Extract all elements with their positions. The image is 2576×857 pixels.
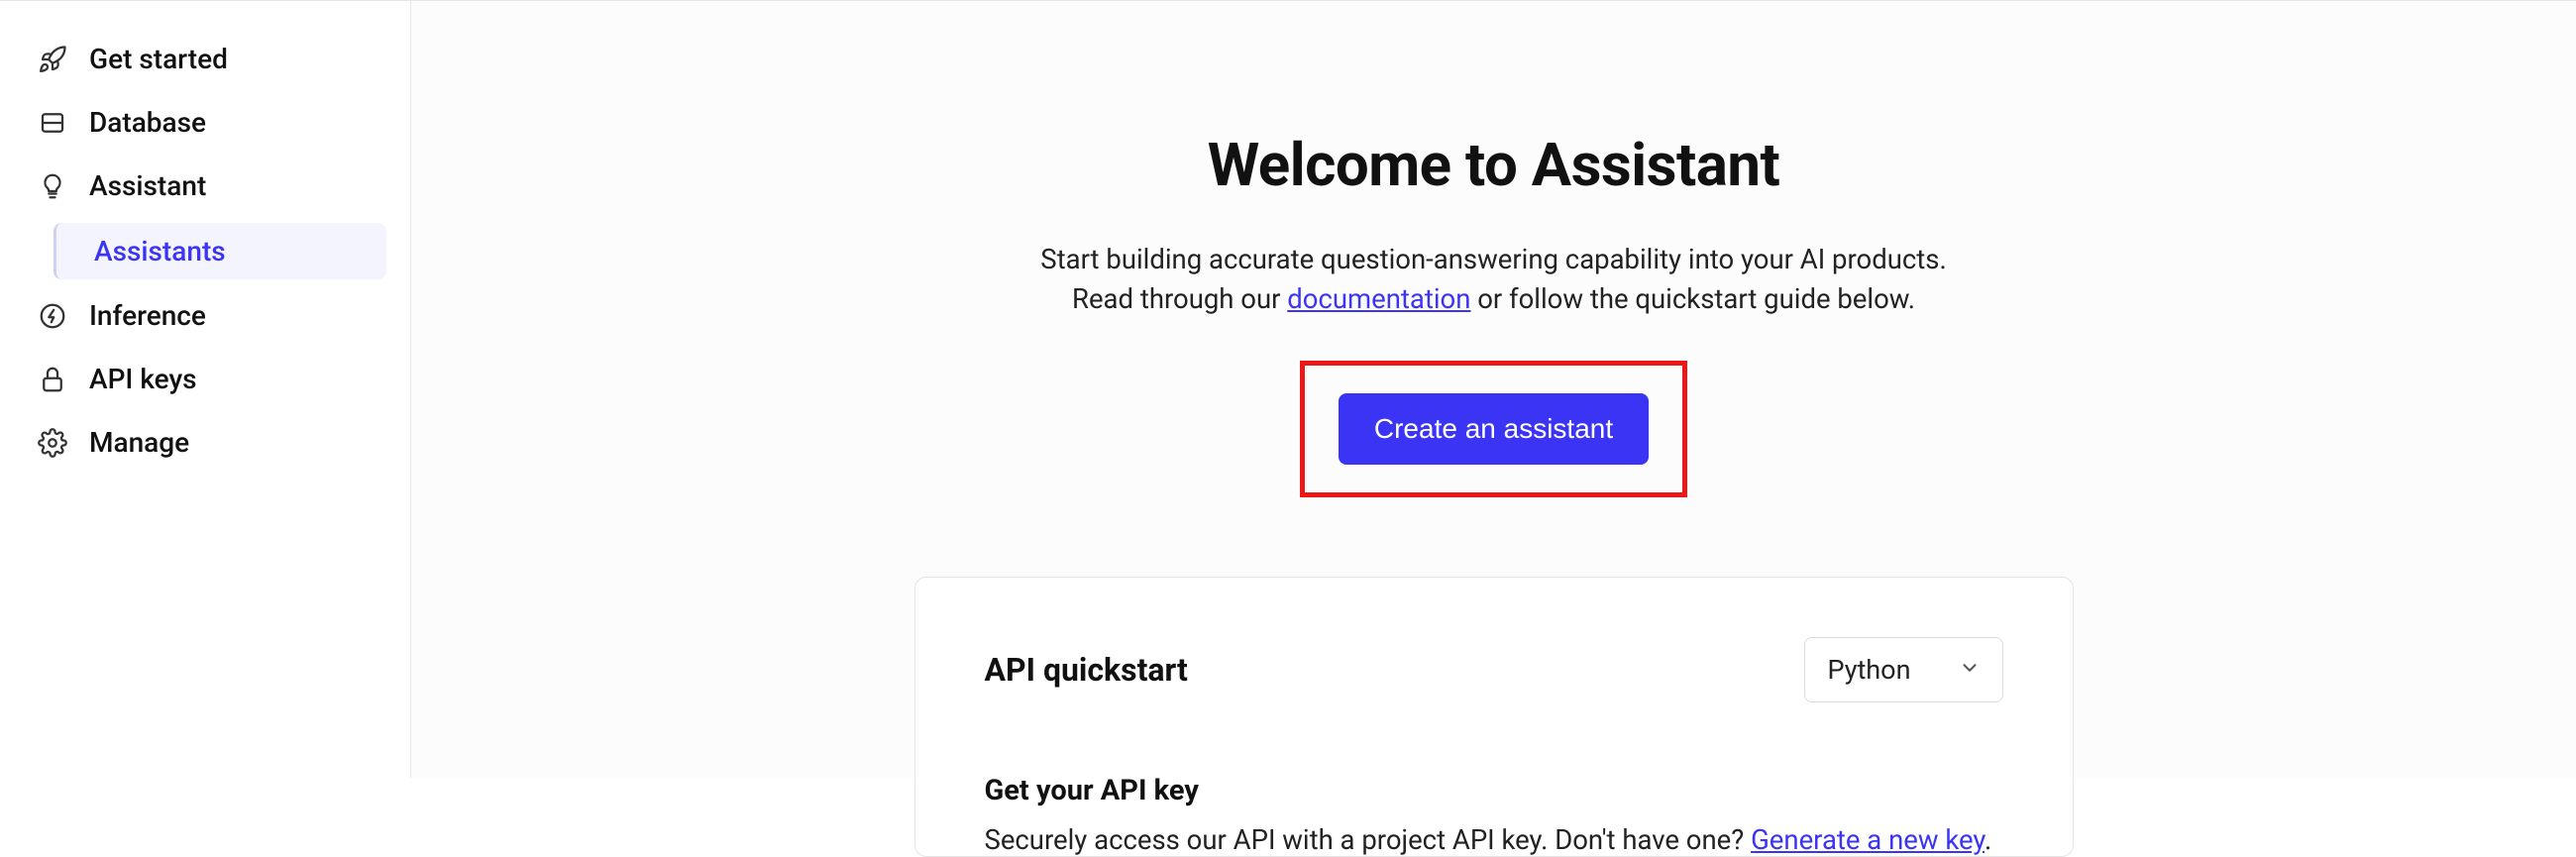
sidebar-item-label: Inference: [89, 302, 206, 330]
sidebar-item-api-keys[interactable]: API keys: [24, 353, 386, 406]
lock-icon: [38, 365, 67, 394]
language-select[interactable]: Python: [1804, 637, 2002, 702]
sidebar-item-assistant[interactable]: Assistant: [24, 160, 386, 213]
lightbulb-icon: [38, 171, 67, 201]
step-description: Securely access our API with a project A…: [985, 823, 2003, 856]
generate-key-link[interactable]: Generate a new key: [1751, 823, 1985, 856]
documentation-link[interactable]: documentation: [1287, 282, 1470, 315]
sidebar-item-get-started[interactable]: Get started: [24, 33, 386, 86]
quickstart-title: API quickstart: [985, 651, 1188, 689]
quickstart-header: API quickstart Python: [985, 637, 2003, 702]
step-title: Get your API key: [985, 774, 2003, 807]
sidebar-item-manage[interactable]: Manage: [24, 416, 386, 470]
sidebar-item-label: Get started: [89, 46, 228, 73]
database-icon: [38, 108, 67, 138]
sidebar-item-label: Manage: [89, 429, 189, 457]
sidebar-item-database[interactable]: Database: [24, 96, 386, 150]
step-desc-post: .: [1985, 823, 1991, 856]
sidebar-item-inference[interactable]: Inference: [24, 289, 386, 343]
sidebar-item-label: Assistant: [89, 172, 206, 200]
page-subtitle: Start building accurate question-answeri…: [1040, 240, 1946, 319]
chevron-down-icon: [1959, 654, 1981, 686]
sidebar-item-label: API keys: [89, 366, 197, 393]
step-desc-pre: Securely access our API with a project A…: [985, 823, 1752, 856]
sidebar-item-label: Database: [89, 109, 206, 137]
quickstart-step: Get your API key Securely access our API…: [985, 774, 2003, 856]
quickstart-card: API quickstart Python Get your API key S…: [914, 577, 2074, 857]
rocket-icon: [38, 45, 67, 74]
sidebar-subitem-assistants[interactable]: Assistants: [54, 223, 386, 279]
sidebar: Get started Database Assistant Assistant…: [0, 1, 411, 778]
main-content: Welcome to Assistant Start building accu…: [411, 1, 2576, 778]
subtitle-line2: Read through our documentation or follow…: [1040, 279, 1946, 319]
subtitle-pre: Read through our: [1072, 282, 1287, 315]
highlight-box: Create an assistant: [1300, 361, 1687, 497]
subtitle-post: or follow the quickstart guide below.: [1470, 282, 1915, 315]
language-selected: Python: [1827, 654, 1910, 686]
gear-icon: [38, 428, 67, 458]
bolt-icon: [38, 301, 67, 331]
subtitle-line1: Start building accurate question-answeri…: [1040, 240, 1946, 279]
sidebar-subitem-label: Assistants: [94, 235, 226, 268]
page-title: Welcome to Assistant: [1208, 130, 1780, 200]
create-assistant-button[interactable]: Create an assistant: [1339, 393, 1649, 465]
